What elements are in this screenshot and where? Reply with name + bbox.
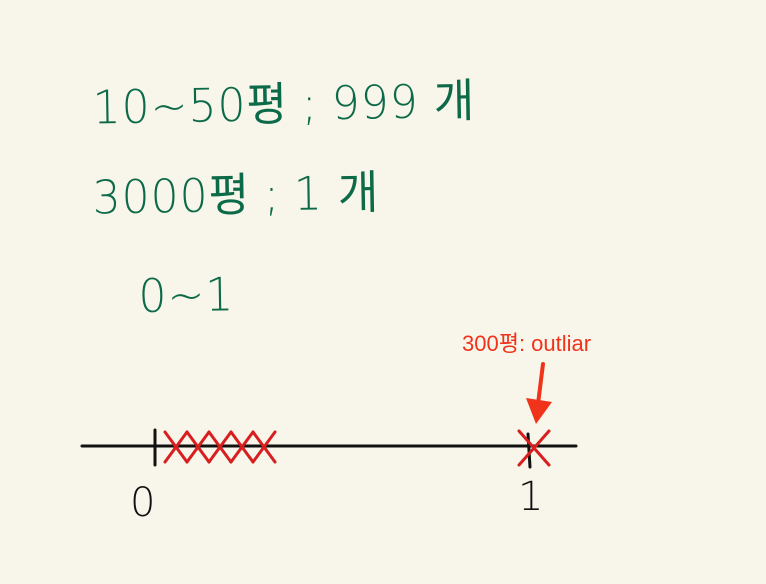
tick-label-one: 1	[518, 474, 544, 520]
tick-label-zero: 0	[130, 480, 156, 526]
data-marks	[163, 429, 551, 467]
outlier-mark	[517, 429, 551, 467]
number-line-diagram	[80, 362, 578, 469]
tick-one	[526, 432, 532, 469]
down-arrow-icon	[526, 362, 552, 424]
